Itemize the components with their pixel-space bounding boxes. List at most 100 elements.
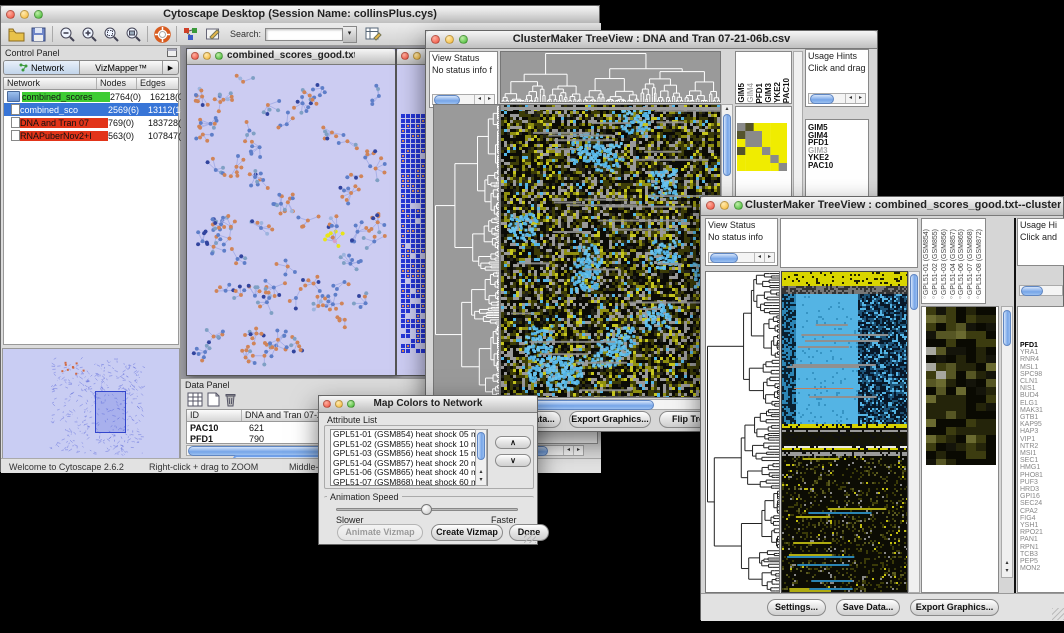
tv2-gene-label: HAP3 [1020,428,1064,435]
tv2-usage-scrollbar[interactable] [1019,285,1063,296]
tv2-heatmap-vscrollbar[interactable] [908,271,920,593]
open-file-icon[interactable] [5,24,27,44]
tv1-usage-scrollbar[interactable]: ◂▸ [808,93,866,104]
network-list: combined_scores2764(0)16218(0)combined_s… [4,90,178,142]
tv2-heatmap[interactable] [781,271,908,593]
attribute-listbox[interactable]: GPL51-01 (GSM854) heat shock 05 minGPL51… [330,429,488,486]
dialog-titlebar[interactable]: Map Colors to Network [319,396,537,413]
close-button[interactable] [6,10,15,19]
dialog-resize-grip[interactable] [524,531,536,543]
tv2-gene-vscrollbar[interactable]: ▴ ▾ [1001,306,1013,578]
tv1-usage-title: Usage Hints [806,50,868,62]
tv2-zoom-view[interactable] [921,306,999,593]
tv1-close-button[interactable] [431,35,440,44]
network-list-row[interactable]: RNAPuberNov2+I563(0)107847(0) [4,129,178,142]
tv1-export-graphics-button[interactable]: Export Graphics... [569,411,651,428]
frame-zoom-button[interactable] [215,52,223,60]
network-tab-icon [19,63,28,72]
tv2-gene-label: NTR2 [1020,443,1064,450]
network-table-header[interactable]: Network Nodes Edges [4,78,178,90]
frame-close-button[interactable] [191,52,199,60]
tv1-column-dendrogram[interactable] [500,51,721,103]
search-input[interactable] [265,28,343,41]
animate-vizmap-button[interactable]: Animate Vizmap [337,524,423,541]
dialog-close-button[interactable] [323,400,331,408]
save-icon[interactable] [27,24,49,44]
tv2-minimize-button[interactable] [720,201,729,210]
status-hint-zoom: Right-click + drag to ZOOM [149,462,258,472]
tv1-column-label: GIM4 [746,83,755,103]
tv2-gene-label: CPA2 [1020,508,1064,515]
tv2-usage-body: Click and [1018,231,1064,243]
attribute-list-vscrollbar[interactable]: ▴ ▾ [475,429,487,486]
move-up-button[interactable]: ∧ [495,436,531,449]
tv2-export-graphics-button[interactable]: Export Graphics... [910,599,999,616]
tv2-view-status-body: No status info [706,231,777,243]
network-name: combined_sco [20,105,108,115]
network-name: combined_scores [22,92,110,102]
tab-vizmapper[interactable]: VizMapper™ [80,61,163,74]
leaf-marker-icon: ○ [976,295,985,303]
network-overview-panel[interactable] [2,348,180,463]
tv1-minimize-button[interactable] [445,35,454,44]
search-dropdown-button[interactable]: ▾ [343,26,357,43]
tab-network[interactable]: Network [4,61,80,74]
tv2-gene-label: ELG1 [1020,400,1064,407]
dialog-zoom-button[interactable] [347,400,355,408]
frame-minimize-button[interactable] [203,52,211,60]
control-panel: Control Panel Network VizMapper™ ▶ Netwo… [1,46,181,473]
network-frame-title: combined_scores_good.txt--cluste... [227,50,355,61]
tv1-column-label: PAC10 [782,78,791,103]
tv2-zoom-heatmap[interactable] [926,307,996,465]
tv2-close-button[interactable] [706,201,715,210]
tv1-titlebar[interactable]: ClusterMaker TreeView : DNA and Tran 07-… [426,31,877,49]
tv1-zoom-column: GIM5GIM4PFD1GIM3YKE2PAC10 [735,51,792,104]
tv2-save-data-button[interactable]: Save Data... [836,599,900,616]
attribute-row-id: PFD1 [187,434,245,444]
tv2-gene-label: RPN1 [1020,544,1064,551]
tv2-titlebar[interactable]: ClusterMaker TreeView : combined_scores_… [701,197,1063,216]
tv2-gene-label: MSL1 [1020,364,1064,371]
help-lifebuoy-icon[interactable] [151,24,173,44]
tv2-view-status-scrollbar[interactable]: ◂▸ [708,252,775,263]
tv2-gene-label: FIG4 [1020,515,1064,522]
tv2-gene-label: GPI16 [1020,493,1064,500]
network-list-row[interactable]: combined_scores2764(0)16218(0) [4,90,178,103]
leaf-marker-icon: ○ [958,295,967,303]
move-down-button[interactable]: ∨ [495,454,531,467]
tv2-gene-label: KAP95 [1020,421,1064,428]
control-panel-header: Control Panel [5,48,60,58]
zoom-fit-icon[interactable] [122,24,144,44]
zoom-in-icon[interactable] [78,24,100,44]
tv2-view-status-title: View Status [706,219,777,231]
tv1-row-dendrogram[interactable] [433,104,500,398]
network-list-row[interactable]: DNA and Tran 07769(0)183728(0) [4,116,178,129]
dialog-minimize-button[interactable] [335,400,343,408]
animation-speed-slider[interactable] [336,504,518,514]
tv1-zoom-heatmap[interactable] [737,123,787,171]
tv2-zoom-button[interactable] [734,201,743,210]
network-view-canvas[interactable] [188,65,394,373]
animation-speed-label: Animation Speed [327,492,402,502]
create-vizmap-button[interactable]: Create Vizmap [431,524,503,541]
zoom-out-icon[interactable] [56,24,78,44]
network-frame-titlebar[interactable]: combined_scores_good.txt--cluste... [187,49,395,65]
tv2-resize-grip[interactable] [1052,608,1064,620]
attribute-browser-icon[interactable] [362,24,384,44]
tab-overflow-arrow[interactable]: ▶ [163,61,178,74]
vizmapper-icon[interactable] [180,24,202,44]
minimize-button[interactable] [20,10,29,19]
tv2-row-dendrogram[interactable] [705,271,780,593]
tv1-heatmap[interactable] [500,104,721,398]
window-controls[interactable] [6,10,43,19]
tv2-settings-button[interactable]: Settings... [767,599,826,616]
tv2-gene-labels-panel[interactable]: PFD1YRA1RNR4MSL1SPC98CLN1NIS1BUD4ELG1MAK… [1017,306,1064,593]
slider-thumb[interactable] [421,504,432,515]
treeview2-window: ClusterMaker TreeView : combined_scores_… [700,196,1064,620]
main-titlebar[interactable]: Cytoscape Desktop (Session Name: collins… [1,6,599,24]
attribute-item[interactable]: GPL51-07 (GSM868) heat shock 60 min [331,478,487,486]
tv2-gene-label: PEP5 [1020,558,1064,565]
annotation-icon[interactable] [202,24,224,44]
zoom-selected-icon[interactable] [100,24,122,44]
network-list-row[interactable]: combined_sco2569(6)13112(15) [4,103,178,116]
